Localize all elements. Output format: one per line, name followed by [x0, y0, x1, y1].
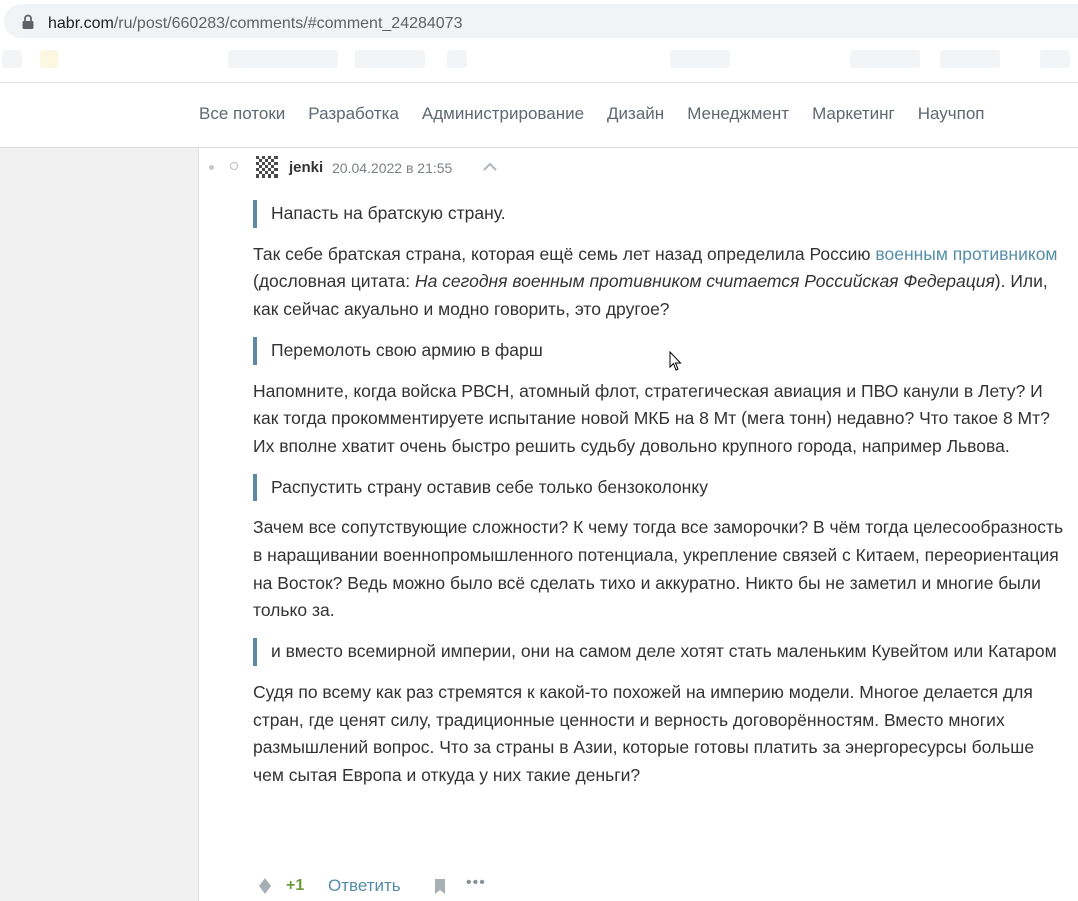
bookmark-placeholder: [228, 50, 338, 68]
habr-nav: Все потоки Разработка Администрирование …: [0, 83, 1078, 148]
nav-item-design[interactable]: Дизайн: [607, 104, 664, 124]
left-gutter: [0, 148, 198, 901]
nav-item-admin[interactable]: Администрирование: [422, 104, 584, 124]
bookmark-placeholder: [2, 50, 22, 68]
nav-item-management[interactable]: Менеджмент: [687, 104, 789, 124]
avatar[interactable]: [256, 156, 278, 178]
content-border: [198, 148, 199, 901]
comment-paragraph: Зачем все сопутствующие сложности? К чем…: [253, 514, 1065, 625]
comment-quote: Перемолоть свою армию в фарш: [253, 336, 1065, 365]
browser-address-bar: habr.com/ru/post/660283/comments/#commen…: [0, 0, 1078, 40]
paragraph-text: (дословная цитата:: [253, 271, 415, 292]
comment-score: +1: [286, 877, 305, 894]
bookmark-placeholder: [850, 50, 920, 68]
italic-quote-text: На сегодня военным противником считается…: [414, 271, 995, 292]
paragraph-text: Судя по всему как раз стремятся к какой-…: [253, 681, 1035, 785]
url-path: /ru/post/660283/comments/#comment_242840…: [113, 15, 463, 32]
comment-actions: +1 Ответить •••: [258, 874, 558, 898]
thread-indicator-dot: [209, 165, 214, 170]
omnibox[interactable]: habr.com/ru/post/660283/comments/#commen…: [4, 4, 1078, 38]
url-host: habr.com: [48, 15, 114, 32]
bookmark-placeholder: [940, 50, 1000, 68]
mouse-cursor-icon: [669, 351, 682, 371]
comment-quote: Напасть на братскую страну.: [253, 200, 1065, 228]
comment-date[interactable]: 20.04.2022 в 21:55: [332, 160, 452, 176]
chevron-up-icon[interactable]: [483, 162, 497, 172]
nav-item-marketing[interactable]: Маркетинг: [812, 104, 895, 124]
bookmark-placeholder: [40, 50, 58, 68]
thread-indicator-ring[interactable]: [230, 162, 238, 170]
comment-body: Напасть на братскую страну. Так себе брат…: [253, 200, 1065, 790]
comment-paragraph: Так себе братская страна, которая ещё се…: [253, 241, 1065, 324]
bookmark-placeholder: [670, 50, 730, 68]
comment-quote: и вместо всемирной империи, они на самом…: [253, 638, 1065, 666]
nav-flows: Все потоки Разработка Администрирование …: [199, 104, 1008, 124]
nav-item-all[interactable]: Все потоки: [199, 104, 285, 124]
comment-author[interactable]: jenki: [289, 159, 323, 176]
bookmark-icon[interactable]: [434, 878, 446, 895]
bookmarks-bar: [0, 40, 1078, 83]
lock-icon: [22, 14, 34, 29]
comment-paragraph: Напомните, когда войска РВСН, атомный фл…: [253, 378, 1065, 461]
paragraph-text: Так себе братская страна, которая ещё се…: [253, 243, 876, 264]
bookmark-placeholder: [355, 50, 425, 68]
more-options-button[interactable]: •••: [466, 874, 486, 892]
nav-item-development[interactable]: Разработка: [308, 104, 399, 124]
vote-icon[interactable]: [258, 877, 272, 895]
inline-link[interactable]: военным противником: [875, 244, 1057, 264]
bookmark-placeholder: [1040, 50, 1070, 68]
nav-item-popsci[interactable]: Научпоп: [918, 104, 985, 124]
comment-quote: Распустить страну оставив себе только бе…: [253, 473, 1065, 502]
paragraph-text: Напомните, когда войска РВСН, атомный фл…: [253, 380, 1050, 456]
bookmark-placeholder: [447, 50, 467, 68]
comment-paragraph: Судя по всему как раз стремятся к какой-…: [253, 679, 1065, 790]
paragraph-text: Зачем все сопутствующие сложности? К чем…: [253, 517, 1064, 621]
reply-button[interactable]: Ответить: [328, 876, 401, 896]
url-text[interactable]: habr.com/ru/post/660283/comments/#commen…: [48, 15, 462, 33]
